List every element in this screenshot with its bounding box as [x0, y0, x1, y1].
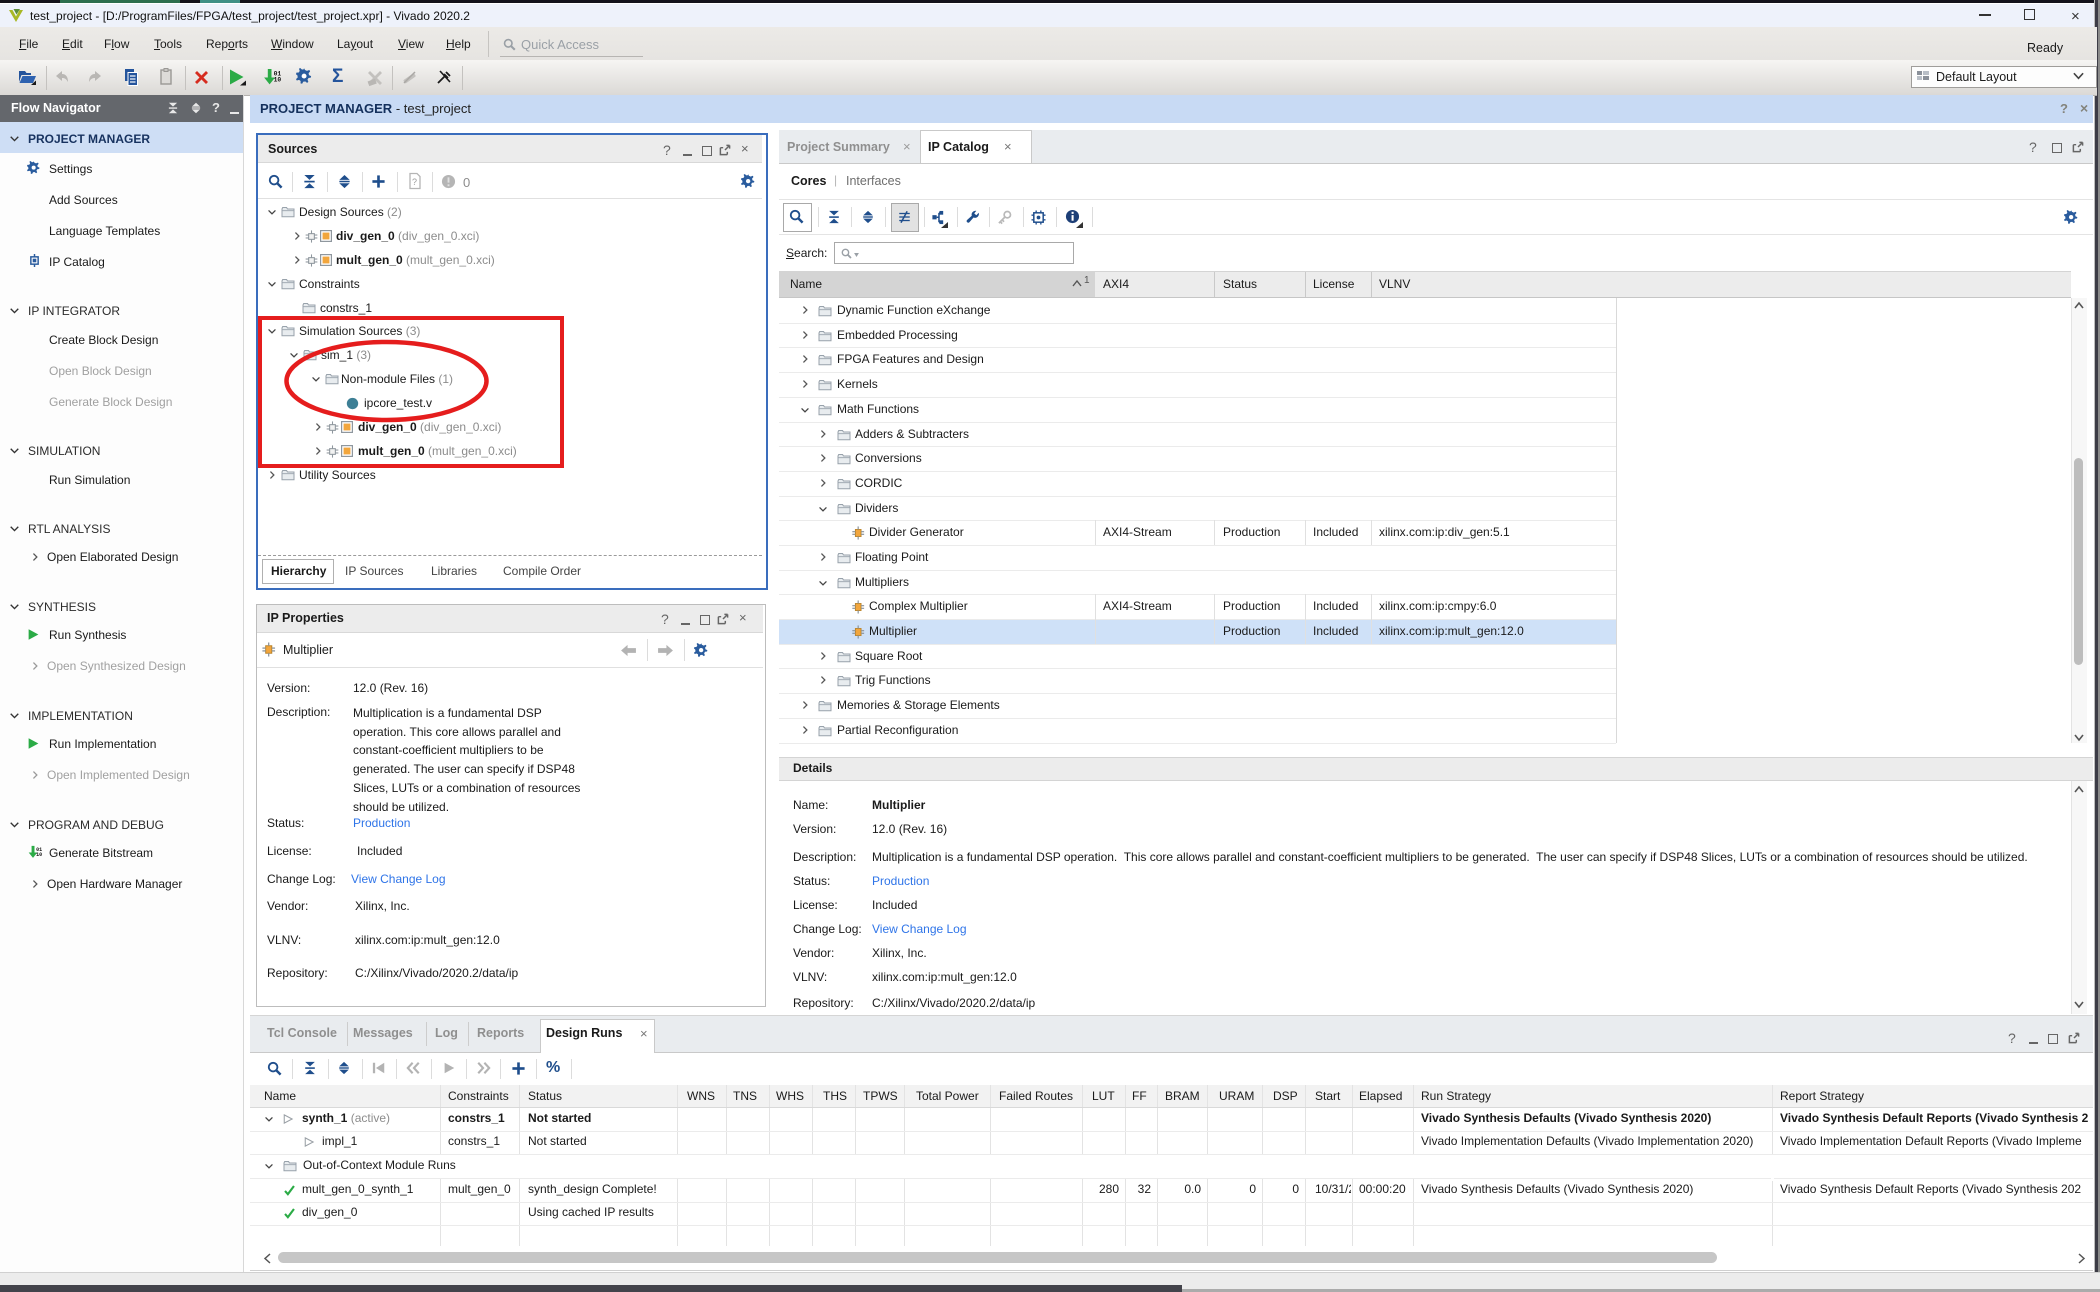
svg-text:?: ? — [412, 177, 417, 187]
